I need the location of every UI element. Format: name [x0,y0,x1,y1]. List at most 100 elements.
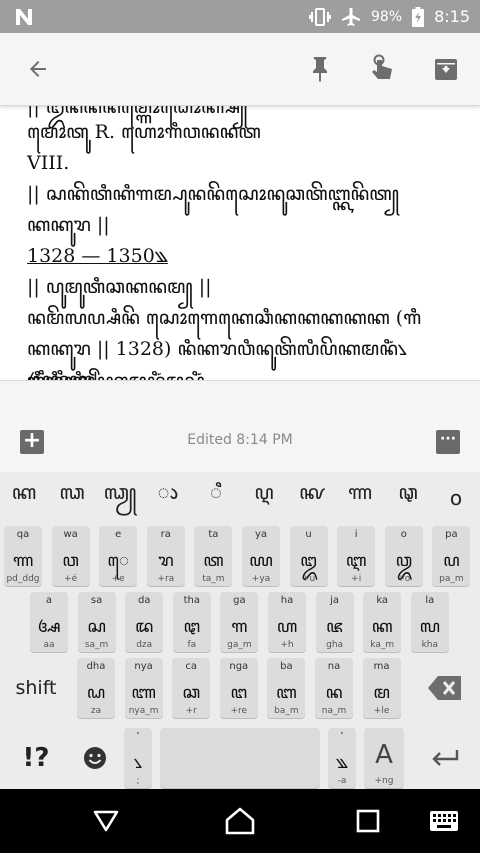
note-line: || ꦱꦏꦼꦠꦶꦏꦶꦒꦩ꧀ꦥꦸꦤꦤꦼꦱꦺꦴꦤꦸꦕꦠꦼꦧ꧀ꦏꦤꦼꦠ꧀ [27,183,400,205]
comma-key[interactable]: ʻ ꧈ ; [124,728,152,788]
key-top-label: sa [90,595,103,606]
note-line: VIII. [27,152,70,174]
backspace-key[interactable] [420,658,470,718]
suggestion[interactable]: ꦟ [336,478,384,518]
pin-icon [313,57,327,82]
key-top-label: ma [373,661,390,672]
key-top-label: ra [160,529,171,540]
nav-back-triangle-icon [93,810,119,832]
key-o[interactable]: o ꦎ +o [384,526,423,586]
key-sa[interactable]: sa ꦱ sa_m [77,592,116,652]
shift-key[interactable]: shift [8,658,64,718]
emoji-key[interactable] [72,728,118,788]
suggestion[interactable]: ꦓꦾ [96,478,144,518]
key-top-label: ca [185,661,197,672]
key-bottom-label: +o [397,574,411,584]
key-top-label: a [45,595,53,606]
key-ma[interactable]: ma ꦩ +le [362,658,401,718]
key-ga[interactable]: ga ꦒ ga_m [220,592,259,652]
pin-button[interactable] [302,51,338,87]
home-icon [225,807,255,835]
suggestion[interactable]: ꦏ [0,478,48,518]
key-u[interactable]: u ꦈ +u [289,526,328,586]
period-key[interactable]: ʻ ꧉ -a [328,728,356,788]
more-options-button[interactable]: ··· [436,430,460,454]
key-top-label: ta [208,529,219,540]
key-la[interactable]: la ꦭ kha [410,592,449,652]
key-bottom-label: ta_m [202,574,225,584]
suggestion[interactable]: ꦵ [144,478,192,518]
key-ja[interactable]: ja ꦗ gha [315,592,354,652]
arrow-back-icon [30,61,46,77]
suggestion[interactable]: ꦑ [288,478,336,518]
enter-key[interactable] [420,728,470,788]
editor-toolbar: + Edited 8:14 PM ··· [0,380,480,472]
key-bottom-label: dza [136,640,153,650]
recents-nav-button[interactable] [350,805,386,837]
back-button[interactable] [20,51,56,87]
key-ka[interactable]: ka ꦏ ka_m [363,592,402,652]
key-bottom-label: aa [43,640,55,650]
key-bottom-label: sa_m [84,640,109,650]
key-bottom-label: +ra [157,574,175,584]
key-bottom-label: nya_m [128,706,159,716]
backspace-icon [428,676,461,700]
key-bottom-label: +re [230,706,248,716]
key-top-label: da [137,595,151,606]
key-ba[interactable]: ba ꦧ ba_m [267,658,306,718]
key-wa[interactable]: wa ꦮ +é [51,526,90,586]
key-bottom-label: +e [111,574,125,584]
key-ha[interactable]: ha ꦲ +h [268,592,306,652]
key-pa[interactable]: pa ꦥ pa_m [432,526,471,586]
key-top-label: nya [134,661,153,672]
key-top-label: ʻ [340,731,344,742]
suggestion[interactable]: ꦉ [240,478,288,518]
key-a[interactable]: a ꦄ aa [30,592,68,652]
key-da[interactable]: da ꦢ dza [125,592,164,652]
back-nav-button[interactable] [88,805,124,837]
suggestion[interactable]: o [432,486,480,510]
airplane-mode-icon [341,7,360,26]
note-body[interactable]: || ꦈꦤꦶꦤꦤꦼꦩ꧀ꦒꦺꦴꦝꦺꦴꦏ꧀ꦱ꧀ ꦩꦺꦴꦠꦸ R. ꦲꦺꦴꦒꦶꦮꦤꦤꦠ… [0,106,480,380]
recents-square-icon [356,809,380,833]
key-bottom-label: +r [185,706,197,716]
key-ca[interactable]: ca ꦕ +r [172,658,211,718]
key-dha[interactable]: dha ꦝ za [77,658,115,718]
key-ra[interactable]: ra ꦫ +ra [146,526,185,586]
key-ya[interactable]: ya ꦪ +ya [242,526,280,586]
key-bottom-label: ga_m [227,640,252,650]
touch-hand-icon [372,54,392,79]
suggestion[interactable]: ꦓ [48,478,96,518]
key-bottom-label: +é [64,574,78,584]
key-top-label: i [354,529,358,540]
suggestion[interactable]: ꦶ [192,478,240,518]
javanese-keyboard: ꦏ ꦓ ꦓꦾ ꦵ ꦶ ꦉ ꦑ ꦟ ꦡ o shift !? ʻ ꧈ ; ʻ ꧉ … [0,472,480,789]
key-nya[interactable]: nya ꦚ nya_m [124,658,163,718]
emoji-icon [84,747,106,769]
a-key[interactable]: A +ng [364,728,404,788]
key-na[interactable]: na ꦤ na_m [315,658,353,718]
key-ta[interactable]: ta ꦠ ta_m [194,526,233,586]
keyboard-switch-button[interactable] [426,805,462,837]
archive-button[interactable] [428,51,464,87]
key-tha[interactable]: tha ꦛ fa [172,592,211,652]
note-line: ꦏꦏꦸꦫ || [27,214,110,236]
key-bottom-label: pd_ddg [6,574,40,584]
key-qa[interactable]: qa ꦟ pd_ddg [4,526,42,586]
clock: 8:15 [434,7,470,26]
key-nga[interactable]: nga ꦔ +re [219,658,258,718]
key-bottom-label: pa_m [439,574,464,584]
key-top-label: u [305,529,312,540]
key-i[interactable]: i ꦆ +i [337,526,376,586]
key-e[interactable]: eꦺ +e [99,526,138,586]
space-key[interactable] [160,728,320,788]
reminder-button[interactable] [364,51,400,87]
symbols-key[interactable]: !? [8,728,64,788]
home-nav-button[interactable] [222,805,258,837]
key-top-label: qa [16,529,30,540]
note-line: ꦏꦏꦸꦫ || 1328) ꦤꦶꦏꦫꦮꦶꦤꦸꦠꦼꦭꦶꦥꦼꦏꦩꦤꦶꦁ꧈ [27,338,407,360]
key-top-label: ha [280,595,294,606]
vibrate-icon [308,7,331,26]
suggestion[interactable]: ꦡ [384,478,432,518]
key-bottom-label: ; [136,776,140,786]
